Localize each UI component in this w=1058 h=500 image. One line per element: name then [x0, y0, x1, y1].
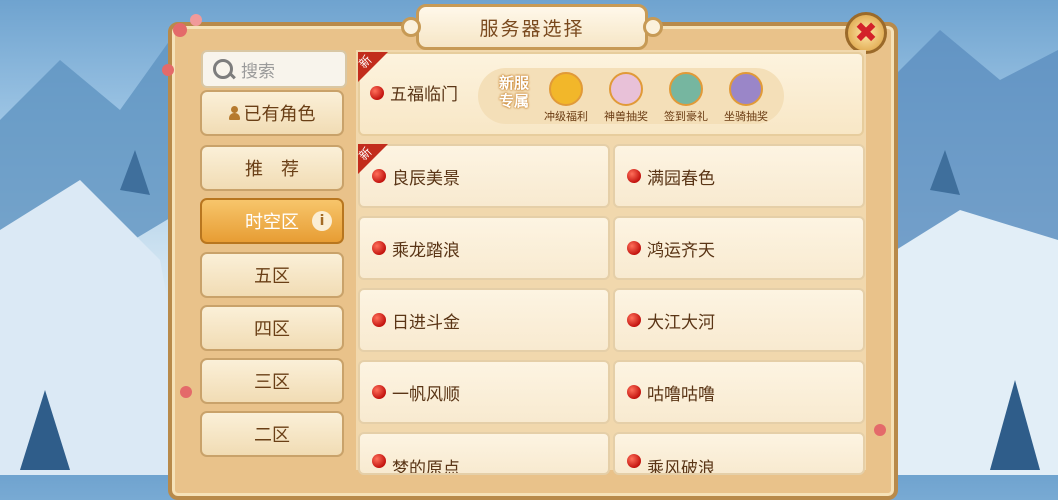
plum-blossom-decoration — [162, 14, 886, 436]
